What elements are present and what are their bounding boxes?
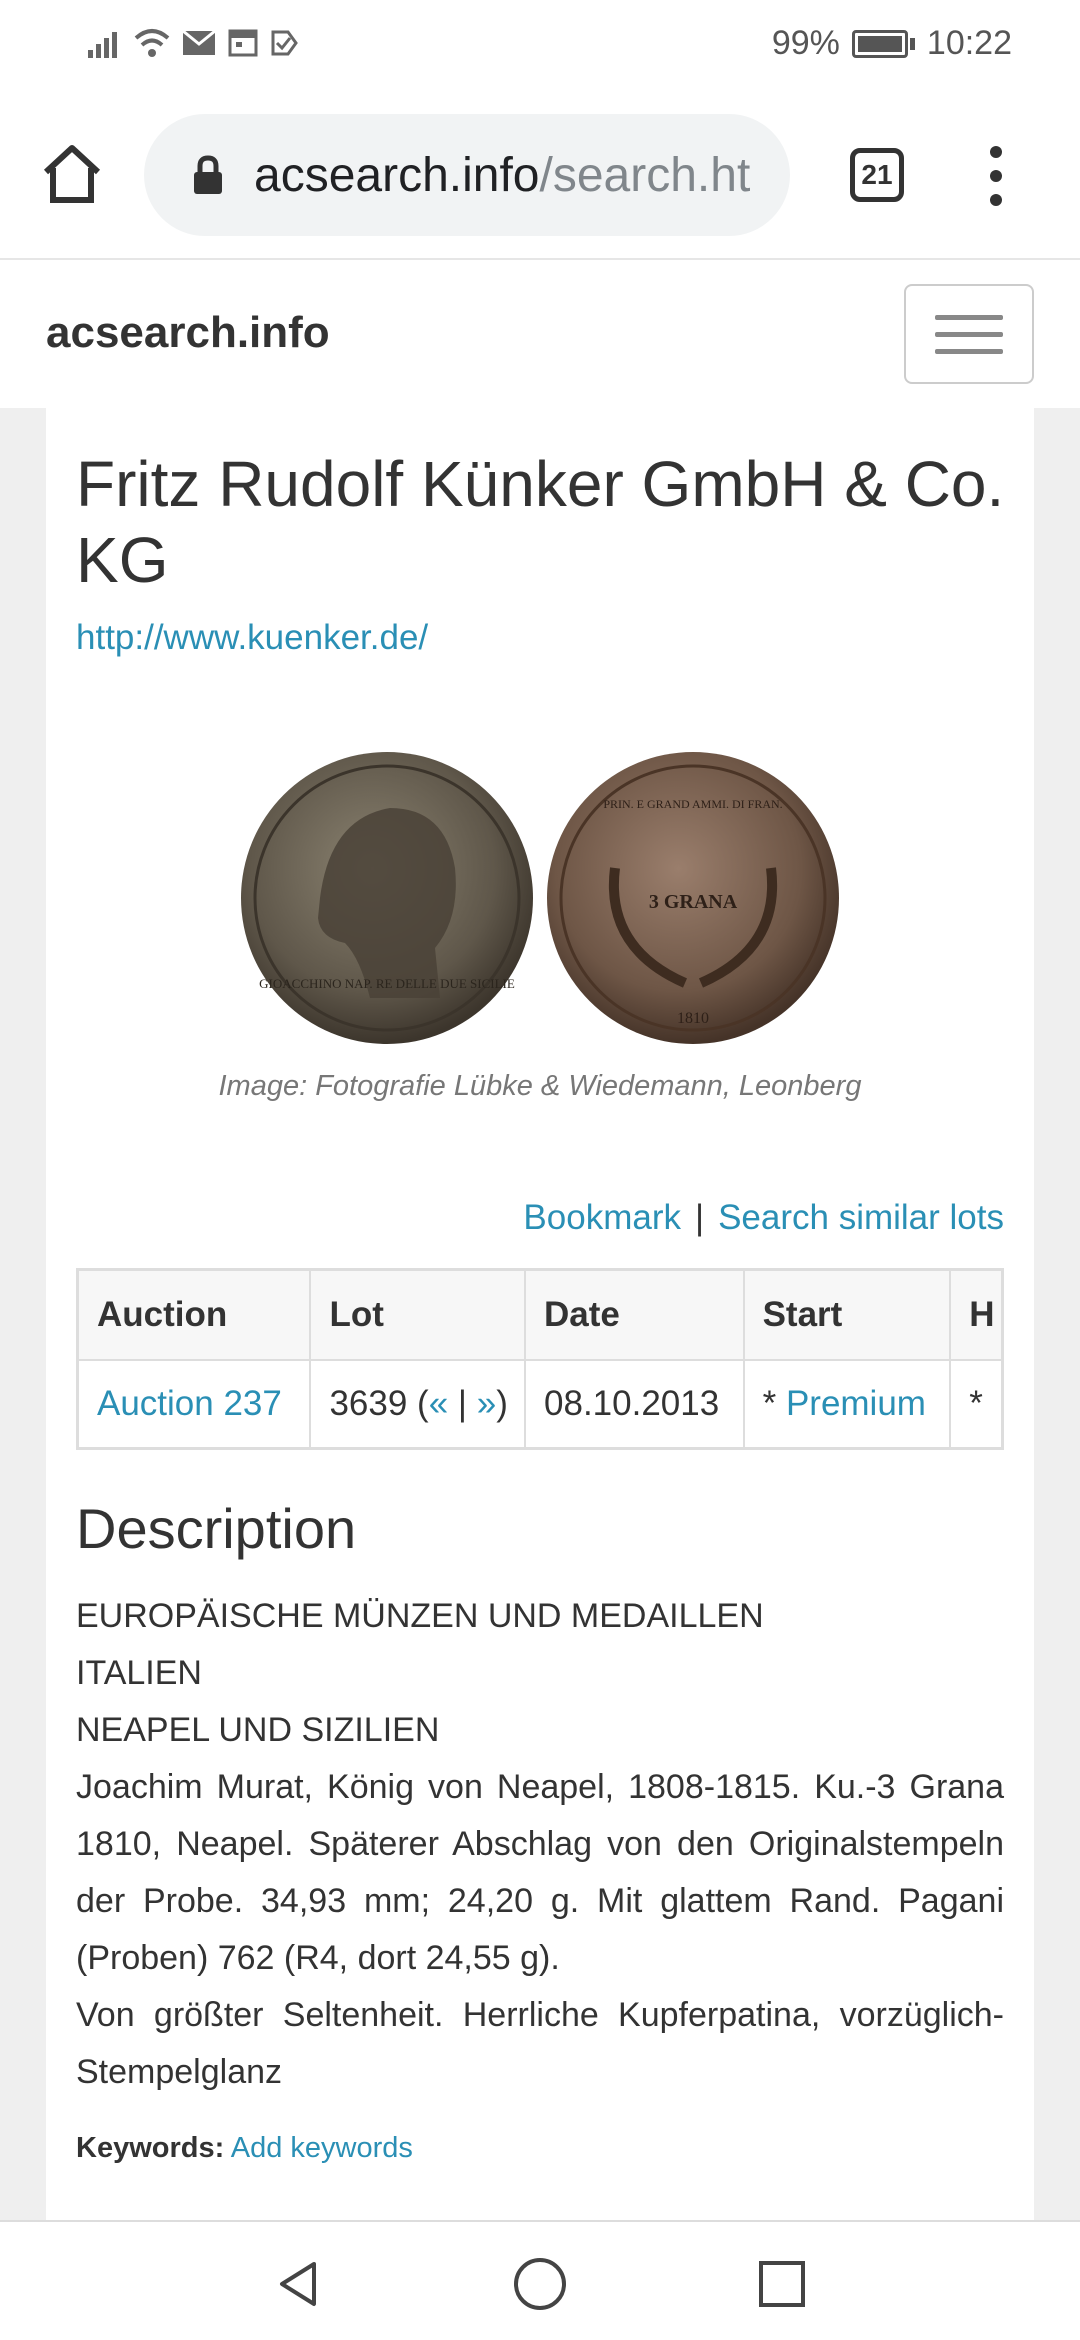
next-lot-link[interactable]: » bbox=[477, 1384, 496, 1424]
lot-number: 3639 ( bbox=[329, 1384, 429, 1423]
wifi-icon bbox=[134, 29, 170, 57]
auction-cell: Auction 237 bbox=[79, 1361, 312, 1447]
page-title: Fritz Rudolf Künker GmbH & Co. KG bbox=[76, 448, 1005, 596]
battery-icon bbox=[851, 29, 908, 58]
status-icons bbox=[88, 28, 300, 58]
lot-cell: 3639 (« | ») bbox=[311, 1361, 527, 1447]
h-cell: * bbox=[969, 1384, 983, 1423]
url-host: acsearch.info bbox=[254, 148, 540, 202]
category-line-3: NEAPEL UND SIZILIEN bbox=[76, 1711, 440, 1749]
coin-image[interactable]: GIOACCHINO NAP. RE DELLE DUE SICILIE 3 G… bbox=[240, 748, 846, 1048]
image-caption: Image: Fotografie Lübke & Wiedemann, Leo… bbox=[218, 1070, 862, 1102]
lot-table: Auction Lot Date Start H Auction 237 363… bbox=[76, 1268, 1004, 1450]
header-h: H bbox=[969, 1295, 995, 1334]
keywords-label: Keywords: bbox=[76, 2132, 225, 2164]
svg-text:1810: 1810 bbox=[677, 1010, 709, 1027]
add-keywords-link[interactable]: Add keywords bbox=[231, 2132, 413, 2164]
table-row: Auction 237 3639 (« | ») 08.10.2013 * Pr… bbox=[79, 1359, 1001, 1447]
back-icon[interactable] bbox=[272, 2258, 324, 2310]
auction-link[interactable]: Auction 237 bbox=[97, 1384, 282, 1424]
site-brand[interactable]: acsearch.info bbox=[46, 308, 330, 358]
lock-icon bbox=[194, 155, 222, 194]
mail-icon bbox=[182, 30, 216, 55]
lot-separator: | bbox=[448, 1384, 477, 1423]
url-bar[interactable]: acsearch.info/search.ht bbox=[144, 114, 790, 236]
svg-text:PRIN. E GRAND AMMI. DI FRAN.: PRIN. E GRAND AMMI. DI FRAN. bbox=[603, 797, 782, 811]
status-bar: 99% 10:22 bbox=[0, 0, 1080, 92]
system-nav-bar bbox=[0, 2220, 1080, 2340]
task-icon bbox=[271, 30, 298, 56]
browser-toolbar: acsearch.info/search.ht 21 bbox=[0, 92, 1080, 258]
svg-text:3 GRANA: 3 GRANA bbox=[649, 891, 738, 913]
header-auction: Auction bbox=[79, 1271, 312, 1359]
rarity-text: Von größter Seltenheit. Herrliche Kupfer… bbox=[76, 1996, 1004, 2091]
battery-percent: 99% bbox=[771, 24, 840, 62]
description-body: EUROPÄISCHE MÜNZEN UND MEDAILLEN ITALIEN… bbox=[76, 1588, 1004, 2101]
premium-link[interactable]: Premium bbox=[786, 1384, 926, 1424]
battery-cap bbox=[909, 37, 915, 50]
header-start: Start bbox=[745, 1271, 952, 1359]
lot-actions: Bookmark | Search similar lots bbox=[523, 1198, 1004, 1238]
start-prefix: * bbox=[762, 1384, 786, 1423]
url-path: /search.ht bbox=[539, 148, 751, 202]
description-title: Description bbox=[76, 1497, 357, 1560]
search-similar-link[interactable]: Search similar lots bbox=[718, 1198, 1004, 1237]
date-cell: 08.10.2013 bbox=[526, 1361, 745, 1447]
lot-close: ) bbox=[496, 1384, 508, 1423]
clock: 10:22 bbox=[926, 24, 1012, 62]
tab-switcher-button[interactable]: 21 bbox=[850, 148, 904, 202]
start-cell: * Premium bbox=[745, 1361, 952, 1447]
square-recents-icon[interactable] bbox=[758, 2260, 806, 2308]
more-vert-icon[interactable] bbox=[986, 146, 1006, 206]
svg-text:GIOACCHINO NAP. RE DELLE DUE S: GIOACCHINO NAP. RE DELLE DUE SICILIE bbox=[259, 976, 515, 991]
site-navbar: acsearch.info bbox=[0, 258, 1080, 408]
lot-panel: Fritz Rudolf Künker GmbH & Co. KG http:/… bbox=[46, 408, 1034, 2220]
auction-house-link[interactable]: http://www.kuenker.de/ bbox=[76, 618, 428, 658]
status-right: 99% 10:22 bbox=[772, 24, 1012, 63]
url-text: acsearch.info/search.ht bbox=[254, 148, 764, 203]
calendar-icon bbox=[228, 29, 258, 57]
table-header-row: Auction Lot Date Start H bbox=[79, 1271, 1001, 1359]
description-text: Joachim Murat, König von Neapel, 1808-18… bbox=[76, 1768, 1004, 1977]
signal-icon bbox=[88, 32, 117, 58]
circle-home-icon[interactable] bbox=[512, 2256, 568, 2312]
keywords-row: Keywords: Add keywords bbox=[76, 2132, 413, 2165]
actions-separator: | bbox=[694, 1198, 705, 1237]
prev-lot-link[interactable]: « bbox=[429, 1384, 448, 1424]
category-line-2: ITALIEN bbox=[76, 1654, 202, 1692]
home-icon[interactable] bbox=[40, 142, 104, 206]
header-date: Date bbox=[526, 1271, 745, 1359]
bookmark-link[interactable]: Bookmark bbox=[523, 1198, 681, 1237]
category-line-1: EUROPÄISCHE MÜNZEN UND MEDAILLEN bbox=[76, 1597, 764, 1635]
hamburger-menu-icon[interactable] bbox=[904, 284, 1034, 384]
header-lot: Lot bbox=[311, 1271, 527, 1359]
